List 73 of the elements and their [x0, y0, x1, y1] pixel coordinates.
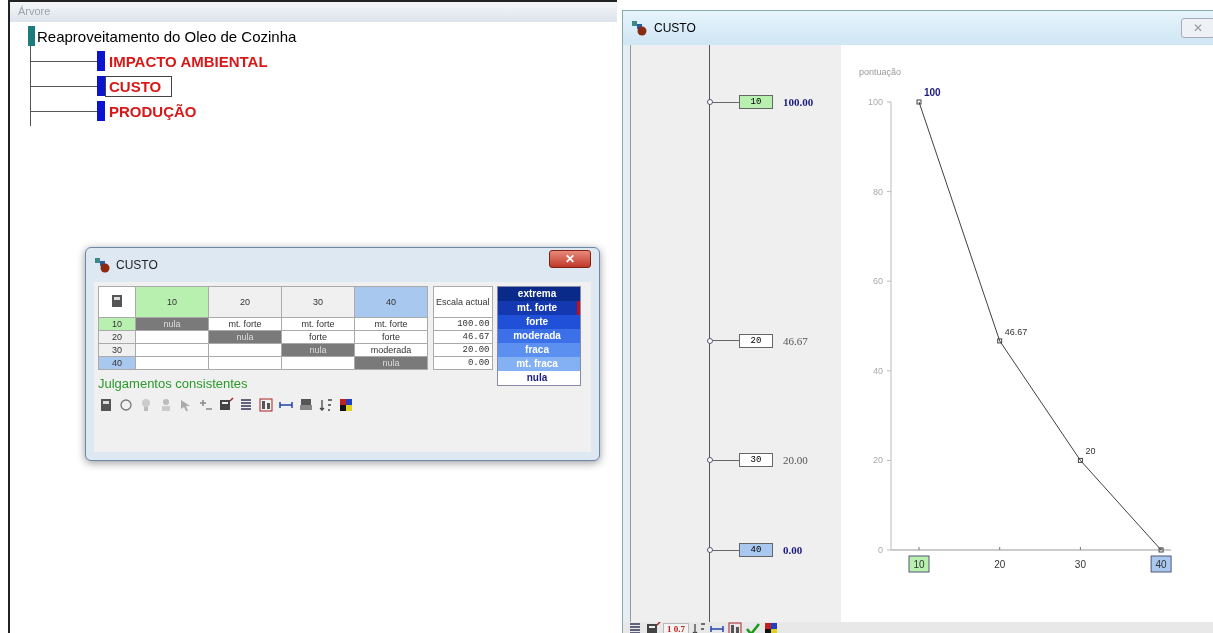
palette-icon[interactable]	[338, 397, 354, 413]
tick-label: 60	[873, 276, 883, 287]
legend-item[interactable]: nula	[497, 371, 580, 385]
status-text: Julgamentos consistentes	[98, 376, 249, 391]
scale-value: 0.00	[783, 544, 803, 556]
scale-label: 40	[739, 543, 773, 557]
tree-node[interactable]: Reaproveitamento do Oleo de Cozinha	[37, 27, 297, 45]
panel-title: Árvore	[10, 2, 617, 22]
column-header[interactable]: 20	[208, 286, 282, 318]
axis-title: pontuação	[859, 67, 902, 77]
tick-label: 0	[878, 545, 883, 555]
scale-handle[interactable]	[707, 547, 713, 553]
column-header[interactable]: 10	[135, 286, 209, 318]
expand-toggle[interactable]	[28, 26, 35, 46]
data-point	[1158, 547, 1164, 553]
legend-item[interactable]: moderada	[497, 329, 580, 343]
legend-item[interactable]: extrema	[497, 287, 580, 301]
grid-pencil-icon[interactable]	[218, 397, 234, 413]
list-icon[interactable]	[238, 397, 254, 413]
legend-item[interactable]: mt. forte	[497, 301, 580, 315]
sort-icon[interactable]	[691, 621, 707, 633]
scale-handle[interactable]	[707, 99, 713, 105]
tick-label: 100	[867, 97, 883, 107]
window-title: CUSTO	[654, 21, 696, 35]
category-label: 30	[1074, 559, 1086, 570]
node-marker	[97, 51, 105, 71]
legend-item[interactable]: forte	[497, 315, 580, 329]
grid-pencil-icon[interactable]	[645, 621, 661, 633]
category-label: 40	[1150, 555, 1172, 573]
chart-icon[interactable]	[727, 621, 743, 633]
tree-node[interactable]: CUSTO	[105, 75, 173, 97]
category-label: 10	[908, 555, 930, 573]
chart-icon[interactable]	[258, 397, 274, 413]
check-icon[interactable]	[745, 621, 761, 633]
data-label: 20	[1085, 446, 1096, 457]
tick-label: 40	[873, 365, 883, 376]
scale-label: 10	[739, 95, 773, 109]
scale-value: 100.00	[783, 96, 814, 108]
tick-label: 80	[873, 186, 883, 197]
close-button[interactable]: ✕	[549, 250, 591, 268]
printer-icon[interactable]	[298, 397, 314, 413]
tick-label: 20	[873, 455, 883, 466]
app-icon	[631, 20, 649, 36]
data-point	[916, 99, 922, 105]
node-marker	[97, 76, 105, 96]
data-point	[997, 338, 1003, 344]
tree-node[interactable]: PRODUÇÃO	[105, 100, 208, 122]
calculator-icon[interactable]	[98, 397, 114, 413]
category-label: 20	[994, 559, 1006, 570]
scale-handle[interactable]	[707, 457, 713, 464]
weights-button[interactable]: 1 0.7	[663, 623, 689, 633]
x-tick-label: 10	[913, 559, 925, 570]
x-tick-label: 40	[1155, 559, 1168, 570]
app-icon	[94, 257, 112, 273]
node-marker	[97, 101, 105, 121]
scale-label: 20	[739, 333, 773, 348]
circle-icon[interactable]	[118, 397, 134, 413]
data-label: 46.67	[1004, 326, 1028, 337]
calculator-icon[interactable]	[109, 293, 125, 309]
data-label: 100	[924, 87, 941, 98]
scale-value: 46.67	[783, 334, 808, 347]
column-header: Escala actual	[433, 286, 493, 318]
list-icon[interactable]	[627, 621, 643, 633]
scale-value: 20.00	[783, 454, 808, 467]
tree-node[interactable]: IMPACTO AMBIENTAL	[105, 50, 279, 72]
palette-icon[interactable]	[763, 621, 779, 633]
column-header[interactable]: 40	[354, 286, 428, 318]
column-header[interactable]: 30	[281, 286, 355, 318]
dialog-title: CUSTO	[116, 258, 158, 272]
scale-label: 30	[739, 453, 773, 468]
data-point	[1077, 457, 1083, 463]
scale-handle[interactable]	[707, 337, 713, 344]
sort-icon[interactable]	[318, 397, 334, 413]
